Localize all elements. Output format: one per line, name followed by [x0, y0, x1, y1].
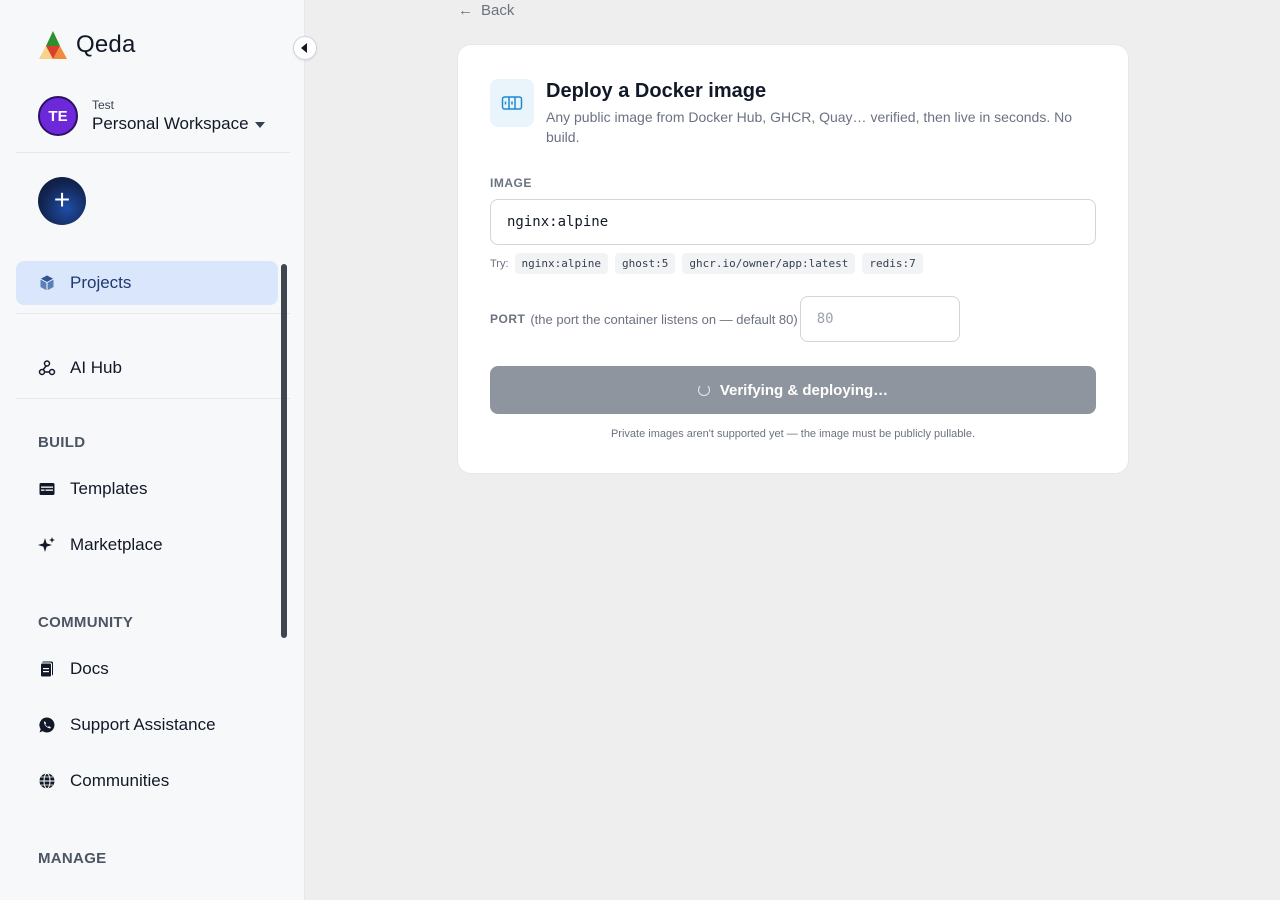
collapse-sidebar-button[interactable] — [293, 36, 317, 60]
card-header: Deploy a Docker image Any public image f… — [490, 79, 1086, 147]
docs-icon — [38, 660, 56, 678]
image-field-label: IMAGE — [490, 176, 532, 190]
card-header-text: Deploy a Docker image Any public image f… — [546, 79, 1086, 147]
new-project-button[interactable]: + — [38, 177, 86, 225]
sidebar-item-projects[interactable]: Projects — [16, 261, 278, 305]
chevron-left-icon — [301, 43, 307, 53]
sidebar-item-label: Support Assistance — [70, 715, 216, 734]
sidebar-item-ai-hub[interactable]: AI Hub — [16, 346, 278, 390]
sidebar-item-label: Communities — [70, 771, 170, 790]
sidebar-item-label: Marketplace — [70, 535, 163, 554]
section-label-community: COMMUNITY — [38, 614, 134, 631]
sidebar-item-label: Projects — [70, 273, 132, 292]
globe-icon — [38, 772, 56, 790]
webhook-icon — [38, 359, 56, 377]
suggestion-chip[interactable]: nginx:alpine — [514, 253, 609, 274]
port-hint: (the port the container listens on — def… — [530, 311, 798, 327]
port-input[interactable] — [799, 296, 960, 342]
workspace-switcher[interactable]: TE Test Personal Workspace — [38, 96, 265, 136]
sidebar-item-label: AI Hub — [70, 358, 122, 377]
sidebar-item-communities[interactable]: Communities — [16, 759, 278, 803]
footnote: Private images aren't supported yet — th… — [610, 428, 976, 440]
sidebar-scrollbar[interactable] — [281, 264, 287, 638]
qeda-logo-icon — [39, 31, 67, 59]
try-label: Try: — [490, 257, 509, 270]
image-input[interactable] — [490, 199, 1096, 245]
workspace-subtitle: Test — [92, 98, 115, 112]
brand-logo[interactable]: Qeda — [38, 30, 136, 60]
sidebar-item-docs[interactable]: Docs — [16, 647, 278, 691]
spinner-icon — [697, 384, 710, 396]
sparkle-icon — [38, 536, 56, 554]
suggestion-chip[interactable]: redis:7 — [862, 253, 923, 274]
deploy-card: Deploy a Docker image Any public image f… — [457, 44, 1129, 474]
page-description: Any public image from Docker Hub, GHCR, … — [546, 109, 1072, 145]
suggestion-chip[interactable]: ghcr.io/owner/app:latest — [682, 253, 856, 274]
port-row: PORT (the port the container listens on … — [490, 296, 960, 342]
back-label: Back — [481, 2, 515, 19]
arrow-left-icon: ← — [458, 2, 473, 19]
page-title: Deploy a Docker image — [546, 80, 767, 102]
divider — [16, 313, 290, 314]
deploy-button[interactable]: Verifying & deploying… — [490, 366, 1096, 414]
sidebar-item-label: Templates — [70, 479, 148, 498]
template-icon — [38, 480, 56, 498]
deploy-button-label: Verifying & deploying… — [719, 381, 889, 399]
sidebar-item-templates[interactable]: Templates — [16, 467, 278, 511]
divider — [16, 152, 290, 153]
container-icon — [490, 79, 534, 127]
sidebar-item-support[interactable]: Support Assistance — [16, 703, 278, 747]
sidebar-item-marketplace[interactable]: Marketplace — [16, 523, 278, 567]
whatsapp-icon — [38, 716, 56, 734]
suggestions-row: Try: nginx:alpine ghost:5 ghcr.io/owner/… — [490, 253, 930, 274]
divider — [16, 398, 290, 399]
workspace-info: Test Personal Workspace — [92, 98, 265, 134]
sidebar-item-label: Docs — [70, 659, 109, 678]
workspace-name: Personal Workspace — [92, 114, 249, 133]
section-label-manage: MANAGE — [38, 850, 107, 867]
plus-icon: + — [53, 183, 71, 215]
suggestion-chip[interactable]: ghost:5 — [615, 253, 676, 274]
cube-icon — [38, 274, 56, 292]
port-field-label: PORT — [490, 312, 526, 326]
caret-down-icon — [254, 122, 265, 128]
section-label-build: BUILD — [38, 434, 86, 451]
workspace-name-row: Personal Workspace — [92, 114, 265, 134]
avatar: TE — [38, 96, 78, 136]
brand-name: Qeda — [76, 31, 136, 58]
sidebar: Qeda TE Test Personal Workspace + Projec… — [0, 0, 317, 900]
back-link[interactable]: ← Back — [458, 2, 514, 19]
